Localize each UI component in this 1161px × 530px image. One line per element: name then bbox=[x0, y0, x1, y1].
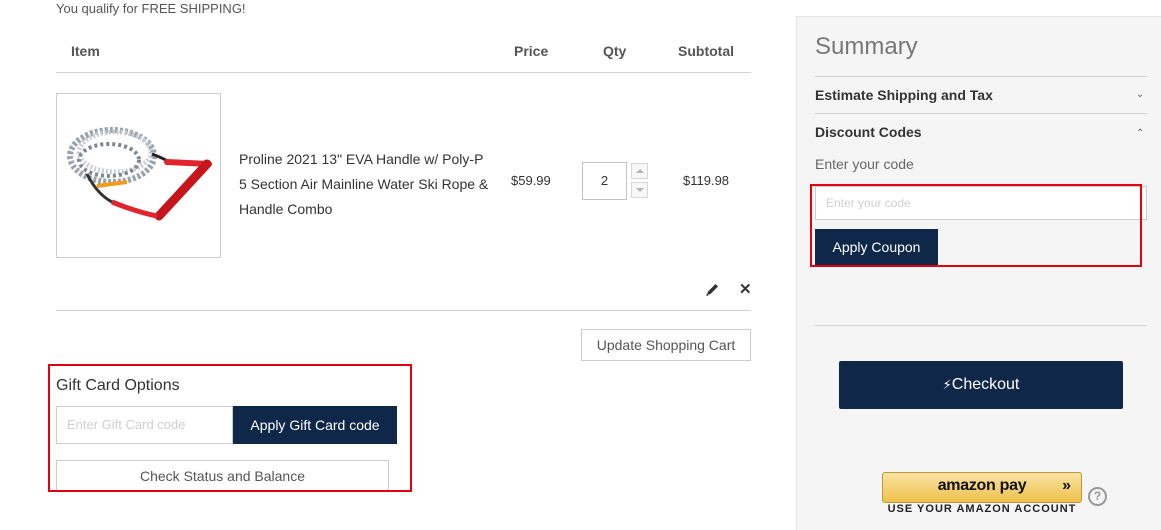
quantity-increment-button[interactable] bbox=[631, 163, 648, 179]
double-chevron-icon: » bbox=[1062, 477, 1071, 494]
discount-divider bbox=[815, 325, 1147, 326]
product-subtotal: $119.98 bbox=[683, 173, 730, 188]
shipping-divider bbox=[815, 113, 1147, 114]
gift-card-input[interactable]: Enter Gift Card code bbox=[56, 406, 233, 444]
column-header-price: Price bbox=[514, 43, 549, 59]
pencil-icon[interactable] bbox=[705, 282, 720, 297]
discount-highlight bbox=[810, 184, 1142, 267]
free-shipping-message: You qualify for FREE SHIPPING! bbox=[56, 1, 246, 16]
discount-codes-toggle[interactable]: Discount Codes bbox=[815, 124, 922, 140]
estimate-shipping-toggle[interactable]: Estimate Shipping and Tax bbox=[815, 87, 993, 103]
amazon-pay-button[interactable]: amazon pay » bbox=[882, 472, 1082, 503]
chevron-down-icon[interactable]: ⌄ bbox=[1136, 89, 1144, 100]
summary-title: Summary bbox=[815, 33, 918, 60]
amazon-pay-logo: amazon pay bbox=[937, 477, 1027, 494]
checkout-label: Checkout bbox=[951, 376, 1020, 393]
summary-divider bbox=[815, 76, 1147, 77]
column-header-qty: Qty bbox=[603, 43, 627, 59]
question-icon[interactable]: ? bbox=[1088, 487, 1107, 506]
checkout-button[interactable]: ⚡︎Checkout bbox=[839, 361, 1123, 409]
column-header-item: Item bbox=[71, 43, 100, 59]
product-price: $59.99 bbox=[511, 173, 551, 188]
product-name[interactable]: Proline 2021 13" EVA Handle w/ Poly-P 5 … bbox=[239, 147, 489, 222]
quantity-decrement-button[interactable] bbox=[631, 182, 648, 198]
column-header-subtotal: Subtotal bbox=[678, 43, 734, 59]
close-icon[interactable]: ✕ bbox=[739, 282, 752, 297]
check-balance-button[interactable]: Check Status and Balance bbox=[56, 460, 389, 490]
lightning-icon: ⚡︎ bbox=[942, 377, 952, 392]
chevron-up-icon[interactable]: ⌃ bbox=[1136, 128, 1144, 139]
discount-code-label: Enter your code bbox=[815, 156, 914, 172]
amazon-pay-tagline: USE YOUR AMAZON ACCOUNT bbox=[887, 503, 1077, 515]
item-divider bbox=[56, 310, 751, 311]
apply-gift-card-button[interactable]: Apply Gift Card code bbox=[233, 406, 397, 444]
update-cart-button[interactable]: Update Shopping Cart bbox=[581, 329, 751, 361]
ski-rope-image bbox=[67, 127, 212, 221]
header-divider bbox=[56, 72, 751, 73]
gift-card-title: Gift Card Options bbox=[56, 377, 180, 394]
product-image[interactable] bbox=[56, 93, 221, 258]
quantity-input[interactable]: 2 bbox=[582, 162, 627, 200]
